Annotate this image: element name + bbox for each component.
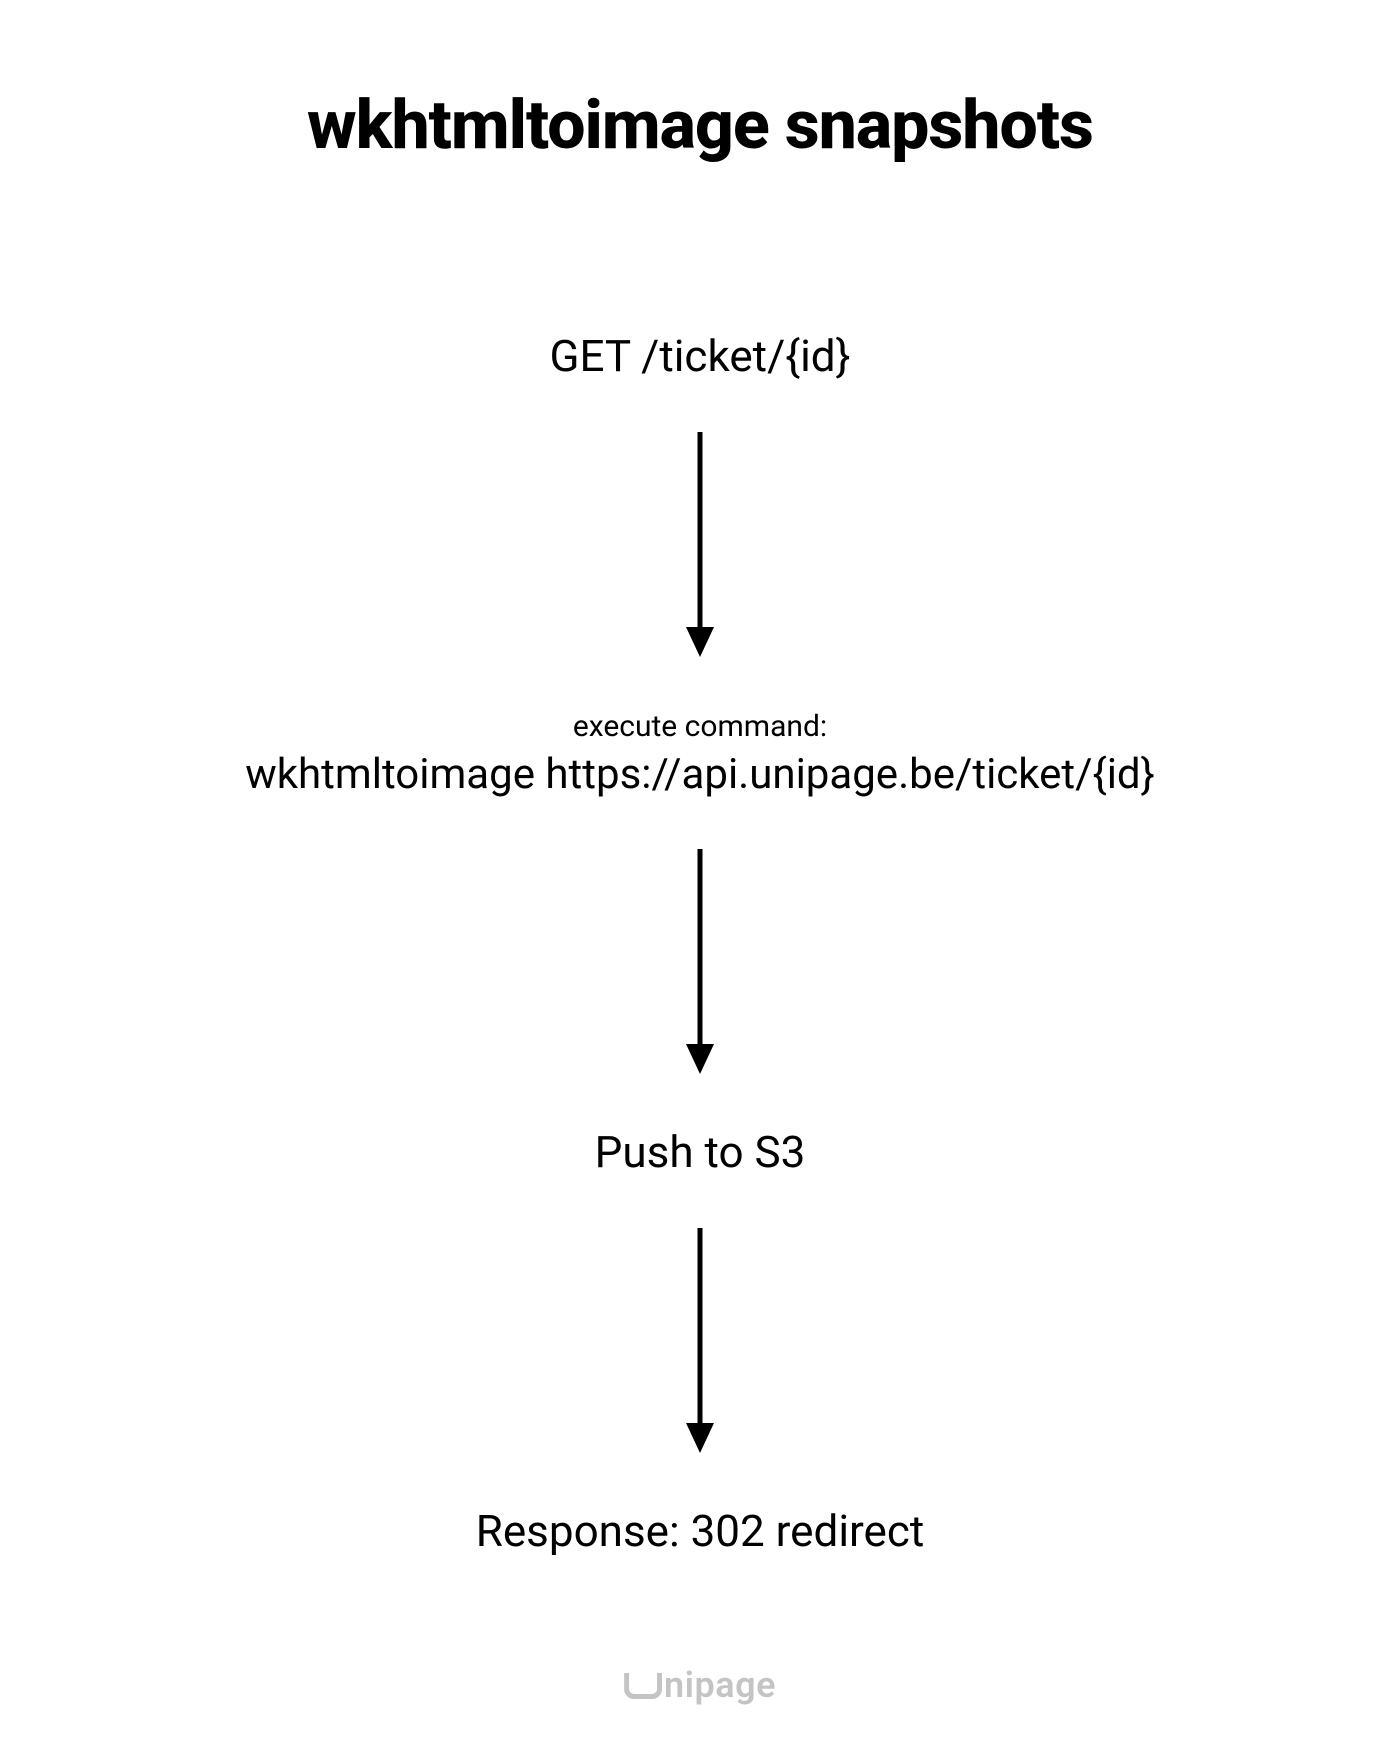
brand-logo-mark-icon [624, 1673, 662, 1699]
flow-step-execute-command: wkhtmltoimage https://api.unipage.be/tic… [245, 750, 1155, 799]
brand-logo: nipage [624, 1664, 776, 1706]
page-title: wkhtmltoimage snapshots [307, 85, 1093, 165]
flow-step-request: GET /ticket/{id} [549, 330, 850, 382]
flow-diagram: GET /ticket/{id} execute command: wkhtml… [0, 330, 1400, 1557]
flow-step-response: Response: 302 redirect [476, 1505, 925, 1557]
flow-step-execute: execute command: wkhtmltoimage https://a… [245, 709, 1155, 799]
flow-step-execute-label: execute command: [245, 709, 1155, 744]
brand-logo-text: nipage [664, 1664, 776, 1706]
arrow-down-icon [680, 849, 720, 1074]
flow-step-push-s3: Push to S3 [595, 1126, 806, 1178]
arrow-down-icon [680, 432, 720, 657]
arrow-down-icon [680, 1228, 720, 1453]
